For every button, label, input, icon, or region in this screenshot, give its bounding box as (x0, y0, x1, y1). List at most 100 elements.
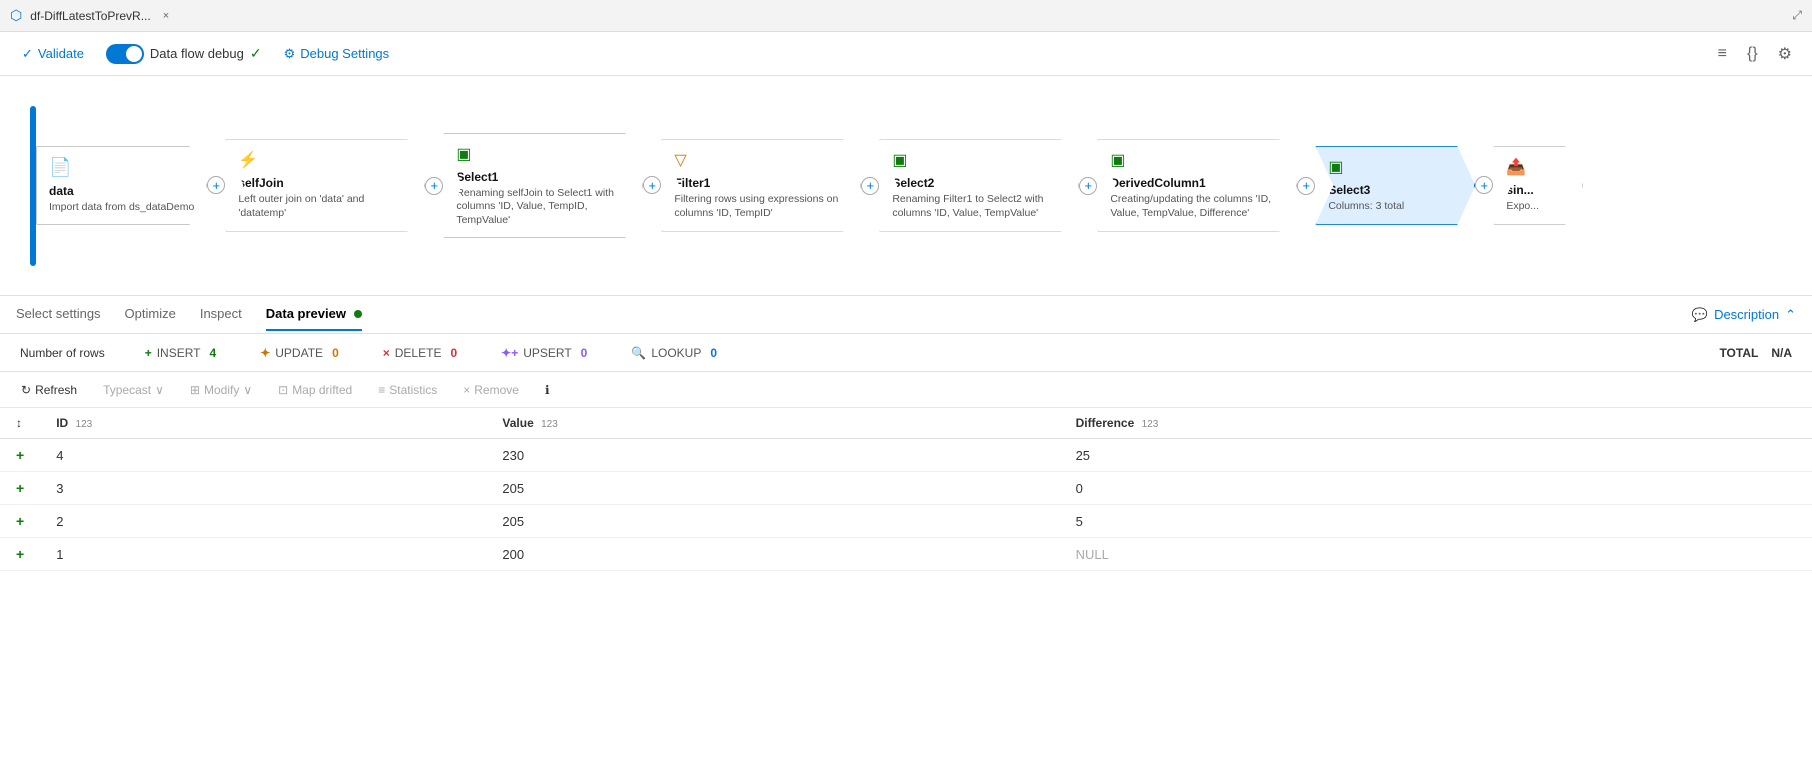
tab-active-dot (354, 310, 362, 318)
modify-chevron-icon: ∨ (243, 383, 252, 397)
add-after-select3[interactable]: + (1475, 176, 1493, 194)
node-box-sink[interactable]: 📤 sin... Expo... (1493, 146, 1583, 225)
expand-icon[interactable]: ⤢ (1792, 8, 1802, 23)
refresh-label: Refresh (35, 383, 77, 397)
info-button[interactable]: ℹ (540, 380, 555, 400)
node-filter1-title: Filter1 (674, 176, 848, 190)
lookup-label: LOOKUP (651, 346, 701, 360)
refresh-button[interactable]: ↻ Refresh (16, 380, 82, 400)
col-header-id[interactable]: ID 123 (40, 408, 486, 439)
node-sink[interactable]: 📤 sin... Expo... (1493, 146, 1583, 225)
node-sink-title: sin... (1506, 183, 1570, 197)
info-icon: ℹ (545, 383, 550, 397)
node-select1-title: Select1 (456, 170, 630, 184)
statistics-label: Statistics (389, 383, 437, 397)
tab-select-settings[interactable]: Select settings (16, 298, 101, 331)
main-toolbar: ✓ Validate Data flow debug ✓ ⚙ Debug Set… (0, 32, 1812, 76)
null-value: NULL (1076, 547, 1109, 562)
settings-icon-button[interactable]: ⚙ (1774, 40, 1796, 68)
debug-toggle[interactable]: Data flow debug ✓ (106, 44, 262, 64)
cell-id-2: 3 (40, 472, 486, 505)
debug-settings-label: Debug Settings (300, 46, 389, 61)
tab-inspect[interactable]: Inspect (200, 298, 242, 331)
validate-check-icon: ✓ (22, 46, 33, 62)
delete-value: 0 (446, 345, 461, 361)
add-after-selfjoin[interactable]: + (425, 177, 443, 195)
node-derived1[interactable]: ▣ DerivedColumn1 Creating/updating the c… (1097, 139, 1315, 231)
sort-header[interactable]: ↕ (0, 408, 40, 439)
node-box-select2[interactable]: ▣ Select2 Renaming Filter1 to Select2 wi… (879, 139, 1079, 231)
toggle-track[interactable] (106, 44, 144, 64)
cell-value-1: 230 (486, 439, 1059, 472)
typecast-button[interactable]: Typecast ∨ (98, 380, 169, 400)
node-derived1-title: DerivedColumn1 (1110, 176, 1284, 190)
typecast-label: Typecast (103, 383, 151, 397)
node-select3-icon: ▣ (1328, 157, 1343, 177)
validate-button[interactable]: ✓ Validate (16, 42, 90, 66)
col-difference-label: Difference (1076, 416, 1135, 430)
tabs-bar: Select settings Optimize Inspect Data pr… (0, 296, 1812, 334)
cell-value-2: 205 (486, 472, 1059, 505)
title-bar-close[interactable]: × (163, 10, 169, 22)
lookup-value: 0 (706, 345, 721, 361)
node-select2[interactable]: ▣ Select2 Renaming Filter1 to Select2 wi… (879, 139, 1097, 231)
update-value: 0 (328, 345, 343, 361)
stats-row: Number of rows + INSERT 4 ✦ UPDATE 0 × D… (0, 334, 1812, 372)
node-box-filter1[interactable]: ▽ Filter1 Filtering rows using expressio… (661, 139, 861, 231)
table-row: + 1 200 NULL (0, 538, 1812, 571)
code-icon-button[interactable]: {} (1743, 40, 1762, 68)
map-drifted-icon: ⊡ (278, 383, 288, 397)
add-after-data[interactable]: + (207, 176, 225, 194)
map-drifted-button[interactable]: ⊡ Map drifted (273, 380, 357, 400)
node-select2-title: Select2 (892, 176, 1066, 190)
delete-label: DELETE (395, 346, 442, 360)
modify-icon: ⊞ (190, 383, 200, 397)
tab-data-preview[interactable]: Data preview (266, 298, 362, 331)
node-box-selfjoin[interactable]: ⚡ selfJoin Left outer join on 'data' and… (225, 139, 425, 231)
table-row: + 3 205 0 (0, 472, 1812, 505)
cell-diff-3: 5 (1060, 505, 1812, 538)
stat-delete: × DELETE 0 (383, 345, 461, 361)
table-row: + 4 230 25 (0, 439, 1812, 472)
title-bar: ⬡ df-DiffLatestToPrevR... × ⤢ (0, 0, 1812, 32)
add-after-select1[interactable]: + (643, 176, 661, 194)
update-label: UPDATE (275, 346, 323, 360)
node-box-data[interactable]: 📄 data Import data from ds_dataDemo (36, 146, 207, 226)
stat-lookup: 🔍 LOOKUP 0 (631, 345, 721, 361)
update-icon: ✦ (260, 346, 270, 360)
node-selfjoin[interactable]: ⚡ selfJoin Left outer join on 'data' and… (225, 139, 443, 231)
col-header-value[interactable]: Value 123 (486, 408, 1059, 439)
add-after-derived1[interactable]: + (1297, 177, 1315, 195)
sort-icon: ↕ (16, 416, 22, 430)
stat-total: TOTAL N/A (1719, 346, 1792, 360)
add-after-select2[interactable]: + (1079, 177, 1097, 195)
node-box-select3[interactable]: ▣ Select3 Columns: 3 total (1315, 146, 1475, 225)
lines-icon-button[interactable]: ≡ (1714, 40, 1731, 68)
node-filter1[interactable]: ▽ Filter1 Filtering rows using expressio… (661, 139, 879, 231)
map-drifted-label: Map drifted (292, 383, 352, 397)
debug-settings-icon: ⚙ (284, 46, 296, 62)
remove-icon: × (463, 383, 470, 397)
node-box-derived1[interactable]: ▣ DerivedColumn1 Creating/updating the c… (1097, 139, 1297, 231)
add-after-filter1[interactable]: + (861, 177, 879, 195)
title-bar-text: df-DiffLatestToPrevR... (30, 9, 151, 23)
remove-button[interactable]: × Remove (458, 380, 524, 400)
node-select2-desc: Renaming Filter1 to Select2 with columns… (892, 193, 1066, 220)
node-select1[interactable]: ▣ Select1 Renaming selfJoin to Select1 w… (443, 133, 661, 239)
statistics-button[interactable]: ≡ Statistics (373, 380, 442, 400)
col-header-difference[interactable]: Difference 123 (1060, 408, 1812, 439)
node-select3[interactable]: ▣ Select3 Columns: 3 total + (1315, 146, 1493, 225)
tab-optimize[interactable]: Optimize (125, 298, 176, 331)
description-button[interactable]: 💬 Description ⌃ (1692, 307, 1796, 323)
cell-value-3: 205 (486, 505, 1059, 538)
node-box-select1[interactable]: ▣ Select1 Renaming selfJoin to Select1 w… (443, 133, 643, 239)
debug-settings-button[interactable]: ⚙ Debug Settings (278, 42, 396, 66)
modify-button[interactable]: ⊞ Modify ∨ (185, 380, 257, 400)
insert-icon: + (145, 346, 152, 360)
stat-upsert: ✦+ UPSERT 0 (501, 345, 591, 361)
total-label: TOTAL (1719, 346, 1758, 360)
node-select1-desc: Renaming selfJoin to Select1 with column… (456, 187, 630, 228)
cell-diff-2: 0 (1060, 472, 1812, 505)
node-data-icon: 📄 (49, 157, 71, 178)
node-data[interactable]: 📄 data Import data from ds_dataDemo + (36, 146, 225, 226)
